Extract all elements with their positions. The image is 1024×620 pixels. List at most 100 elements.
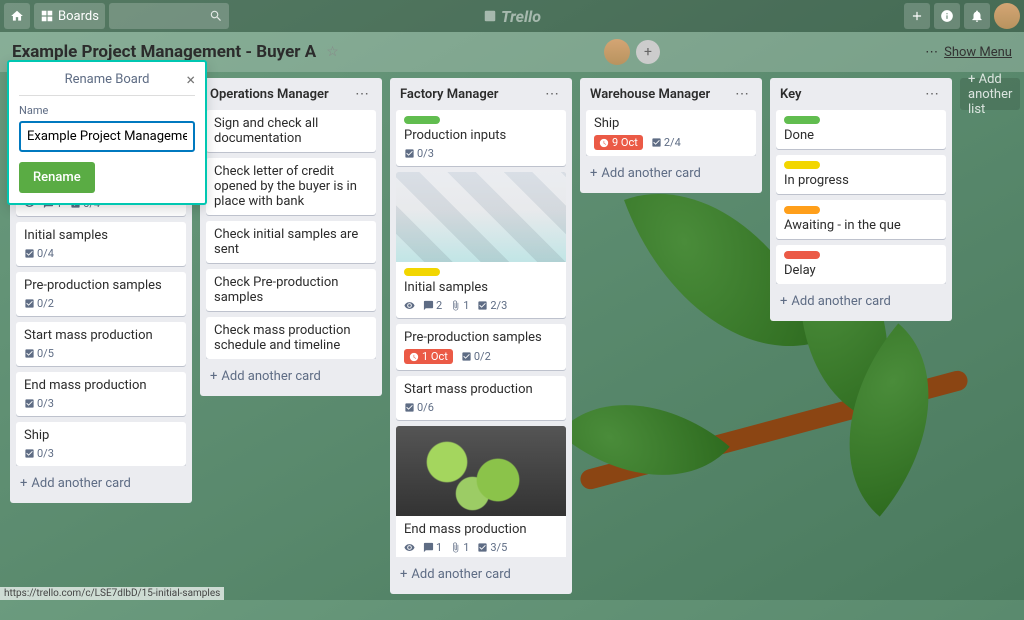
member-avatar[interactable] (604, 39, 630, 65)
card-title: Production inputs (404, 128, 558, 143)
info-icon (940, 9, 954, 23)
checklist-badge: 0/5 (24, 347, 54, 360)
checklist-badge: 0/3 (404, 147, 434, 160)
card-badges: 0/2 (24, 297, 178, 310)
star-button[interactable]: ☆ (326, 44, 339, 60)
popover-title: Rename Board (65, 72, 150, 87)
card[interactable]: Awaiting - in the que (776, 200, 946, 239)
card-title: Initial samples (24, 228, 178, 243)
info-button[interactable] (934, 3, 960, 29)
card-title: Done (784, 128, 938, 143)
card-label (404, 268, 440, 276)
search-input[interactable] (109, 3, 229, 29)
due-badge: 1 Oct (404, 349, 453, 364)
card-label (784, 206, 820, 214)
checklist-badge: 2/4 (651, 136, 681, 149)
list-menu-button[interactable]: ⋯ (923, 86, 942, 102)
name-label: Name (19, 104, 195, 117)
list: Warehouse Manager ⋯ Ship 9 Oct 2/4 + Add a… (580, 78, 762, 193)
card[interactable]: Production inputs 0/3 (396, 110, 566, 166)
list-menu-button[interactable]: ⋯ (543, 86, 562, 102)
card[interactable]: Check mass production schedule and timel… (206, 317, 376, 359)
logo[interactable]: Trello (483, 7, 541, 26)
card[interactable]: Done (776, 110, 946, 149)
comments-badge: 2 (423, 299, 442, 312)
board-title[interactable]: Example Project Management - Buyer A (12, 42, 316, 62)
card[interactable]: Check letter of credit opened by the buy… (206, 158, 376, 215)
card[interactable]: Initial samples 0/4 (16, 222, 186, 266)
home-icon (10, 9, 24, 23)
card-title: Sign and check all documentation (214, 116, 368, 146)
list-title-key[interactable]: Key (780, 87, 801, 102)
boards-button[interactable]: Boards (34, 3, 105, 29)
card-badges: 0/6 (404, 401, 558, 414)
checklist-badge: 0/2 (461, 350, 491, 363)
card[interactable]: End mass production0/3 (16, 372, 186, 416)
list-title-warehouse-manager[interactable]: Warehouse Manager (590, 87, 710, 102)
card-title: End mass production (404, 522, 558, 537)
checklist-badge: 2/3 (477, 299, 507, 312)
home-button[interactable] (4, 3, 30, 29)
card[interactable]: Sign and check all documentation (206, 110, 376, 152)
card-title: Check initial samples are sent (214, 227, 368, 257)
checklist-badge: 0/6 (404, 401, 434, 414)
card-title: Start mass production (24, 328, 178, 343)
add-member-button[interactable]: + (636, 40, 660, 64)
avatar[interactable] (994, 3, 1020, 29)
card[interactable]: Check initial samples are sent (206, 221, 376, 263)
card-label (784, 116, 820, 124)
card[interactable]: In progress (776, 155, 946, 194)
due-badge: 9 Oct (594, 135, 643, 150)
card[interactable]: Pre-production samples1 Oct0/2 (396, 324, 566, 370)
add-card-button[interactable]: + Add another card (776, 288, 946, 315)
close-icon[interactable]: × (186, 70, 195, 89)
card-title: Initial samples (404, 280, 558, 295)
add-list-button[interactable]: + Add another list (960, 78, 1020, 110)
create-button[interactable] (904, 3, 930, 29)
card[interactable]: Ship 0/3 (16, 422, 186, 466)
list-menu-button[interactable]: ⋯ (353, 86, 372, 102)
global-header: Boards Trello (0, 0, 1024, 32)
show-menu-button[interactable]: Show Menu (944, 45, 1012, 60)
card-title: Check Pre-production samples (214, 275, 368, 305)
card[interactable]: Pre-production samples 0/2 (16, 272, 186, 316)
card-title: Ship (594, 116, 748, 131)
list-title-operations-manager[interactable]: Operations Manager (210, 87, 329, 102)
card[interactable]: Check Pre-production samples (206, 269, 376, 311)
menu-ellipsis[interactable]: ⋯ (925, 45, 938, 60)
add-card-button[interactable]: + Add another card (206, 363, 376, 390)
card-label (784, 161, 820, 169)
card[interactable]: Ship 9 Oct 2/4 (586, 110, 756, 156)
card[interactable]: End mass production113/5 (396, 426, 566, 557)
add-card-button[interactable]: + Add another card (16, 470, 186, 497)
card-badges: 0/3 (404, 147, 558, 160)
card-title: Pre-production samples (24, 278, 178, 293)
list: Factory Manager ⋯ Production inputs 0/3 In… (390, 78, 572, 594)
card-label (404, 116, 440, 124)
card-badges: 212/3 (404, 299, 558, 312)
add-card-button[interactable]: + Add another card (396, 561, 566, 588)
card-title: Check letter of credit opened by the buy… (214, 164, 368, 209)
card[interactable]: Initial samples 212/3 (396, 172, 566, 318)
rename-board-popover: Rename Board × Name Rename (7, 60, 207, 205)
rename-button[interactable]: Rename (19, 162, 95, 193)
checklist-badge: 0/4 (24, 247, 54, 260)
boards-label: Boards (58, 9, 99, 24)
card-badges: 0/3 (24, 397, 178, 410)
card[interactable]: Start mass production 0/5 (16, 322, 186, 366)
card-title: Ship (24, 428, 178, 443)
bell-icon (970, 9, 984, 23)
card-badges: 0/3 (24, 447, 178, 460)
card[interactable]: Start mass production0/6 (396, 376, 566, 420)
search-icon (209, 9, 223, 23)
board-name-input[interactable] (19, 121, 195, 152)
list-menu-button[interactable]: ⋯ (733, 86, 752, 102)
list-title-factory-manager[interactable]: Factory Manager (400, 87, 498, 102)
card[interactable]: Delay (776, 245, 946, 284)
status-bar: https://trello.com/c/LSE7dlbD/15-initial… (0, 587, 224, 600)
notifications-button[interactable] (964, 3, 990, 29)
checklist-badge: 0/3 (24, 447, 54, 460)
add-card-button[interactable]: + Add another card (586, 160, 756, 187)
card-cover (396, 172, 566, 262)
watch-icon (404, 542, 415, 553)
